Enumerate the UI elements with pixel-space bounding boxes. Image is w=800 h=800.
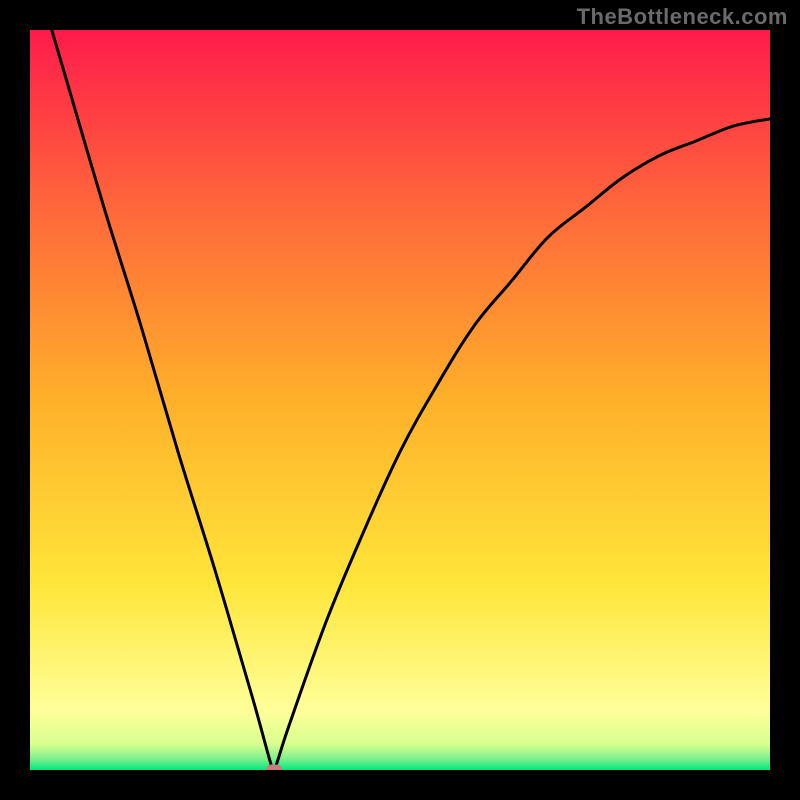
bottleneck-curve: [30, 30, 770, 770]
chart-frame: TheBottleneck.com: [0, 0, 800, 800]
minimum-marker: [266, 765, 282, 771]
curve-layer: [30, 30, 770, 770]
plot-area: [30, 30, 770, 770]
watermark-text: TheBottleneck.com: [577, 4, 788, 30]
